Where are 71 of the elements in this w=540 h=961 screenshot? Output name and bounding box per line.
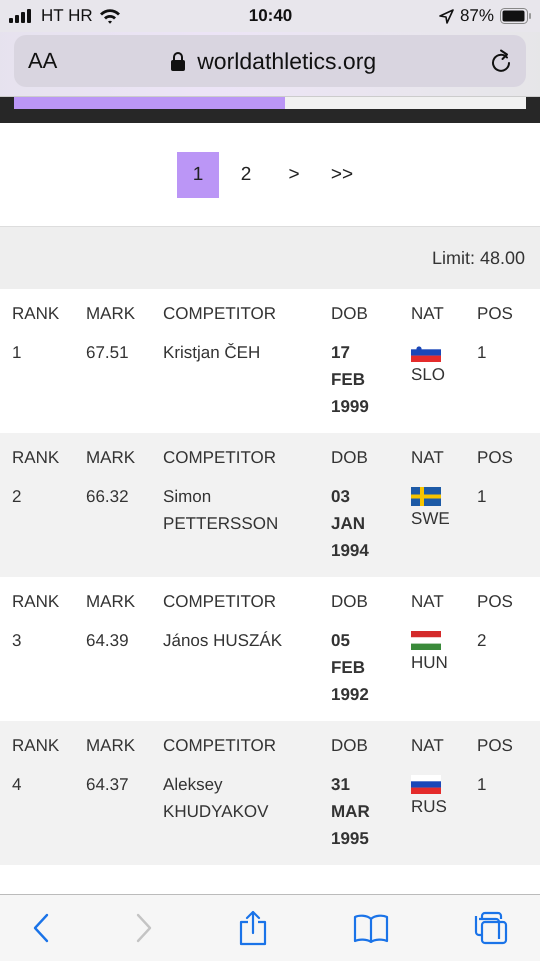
- column-heading: MARK: [86, 591, 136, 613]
- pos-cell-text: 1: [477, 486, 488, 508]
- column-heading: RANK: [12, 735, 60, 757]
- carrier-name: HT HR: [41, 6, 93, 26]
- column-heading: POS: [477, 735, 514, 757]
- location-arrow-icon: [438, 8, 454, 24]
- column-heading: COMPETITOR: [163, 591, 278, 613]
- mark-cell-text: 67.51: [86, 342, 130, 364]
- column-heading: NAT: [411, 591, 445, 613]
- text-size-button[interactable]: AA: [28, 48, 58, 74]
- competitor-name[interactable]: János HUSZÁK: [163, 627, 313, 708]
- flag-icon: [411, 775, 441, 794]
- flag-icon: [411, 487, 441, 506]
- rank-cell-text: 2: [12, 486, 22, 508]
- mark-cell-text: 66.32: [86, 486, 130, 508]
- column-heading: RANK: [12, 591, 60, 613]
- page-link[interactable]: 2: [225, 152, 267, 198]
- column-heading: COMPETITOR: [163, 447, 278, 469]
- column-heading: NAT: [411, 303, 445, 325]
- mark-cell-text: 64.39: [86, 630, 130, 652]
- rank-cell-text: 3: [12, 630, 22, 652]
- nat-cell: SWE: [411, 508, 450, 530]
- dob-cell-text: 17 FEB 1999: [331, 342, 370, 418]
- page-link[interactable]: 1: [177, 152, 219, 198]
- share-icon[interactable]: [238, 910, 268, 946]
- mark-cell-text: 64.37: [86, 774, 130, 796]
- pos-cell-text: 2: [477, 630, 488, 652]
- competitor-name[interactable]: Kristjan ČEH: [163, 339, 313, 420]
- flag-icon: [411, 631, 441, 650]
- competitor-name[interactable]: Aleksey KHUDYAKOV: [163, 771, 313, 852]
- column-heading: NAT: [411, 735, 445, 757]
- column-heading: POS: [477, 303, 514, 325]
- pos-cell-text: 1: [477, 342, 488, 364]
- column-heading: COMPETITOR: [163, 735, 278, 757]
- column-heading: COMPETITOR: [163, 303, 278, 325]
- column-heading: DOB: [331, 591, 369, 613]
- column-heading: RANK: [12, 303, 60, 325]
- column-heading: MARK: [86, 735, 136, 757]
- page-link[interactable]: >>: [321, 152, 363, 198]
- limit-text: Limit: 48.00: [432, 248, 525, 268]
- column-heading: NAT: [411, 447, 445, 469]
- battery-percent: 87%: [460, 6, 494, 26]
- wifi-icon: [98, 8, 121, 24]
- page-link[interactable]: >: [273, 152, 315, 198]
- rank-cell-text: 1: [12, 342, 22, 364]
- lock-icon: [171, 52, 186, 70]
- competitor-name[interactable]: Simon PETTERSSON: [163, 483, 313, 564]
- column-heading: MARK: [86, 447, 136, 469]
- nat-cell: SLO: [411, 364, 446, 386]
- column-heading: POS: [477, 447, 514, 469]
- dob-cell-text: 31 MAR 1995: [331, 774, 371, 850]
- column-heading: MARK: [86, 303, 136, 325]
- column-heading: DOB: [331, 303, 369, 325]
- dob-cell-text: 05 FEB 1992: [331, 630, 370, 706]
- back-icon[interactable]: [32, 913, 50, 943]
- nat-cell: RUS: [411, 796, 447, 818]
- rank-cell-text: 4: [12, 774, 22, 796]
- tabs-icon[interactable]: [474, 911, 508, 945]
- url-text: worldathletics.org: [197, 48, 376, 74]
- column-heading: POS: [477, 591, 514, 613]
- reload-icon[interactable]: [490, 49, 512, 73]
- bookmarks-icon[interactable]: [353, 913, 389, 943]
- dob-cell-text: 03 JAN 1994: [331, 486, 370, 562]
- column-heading: RANK: [12, 447, 60, 469]
- clock-time: 10:40: [248, 6, 292, 26]
- address-bar[interactable]: AA worldathletics.org: [14, 35, 526, 87]
- column-heading: DOB: [331, 447, 369, 469]
- battery-icon: [500, 8, 532, 24]
- pos-cell-text: 1: [477, 774, 488, 796]
- nat-cell: HUN: [411, 652, 448, 674]
- column-heading: DOB: [331, 735, 369, 757]
